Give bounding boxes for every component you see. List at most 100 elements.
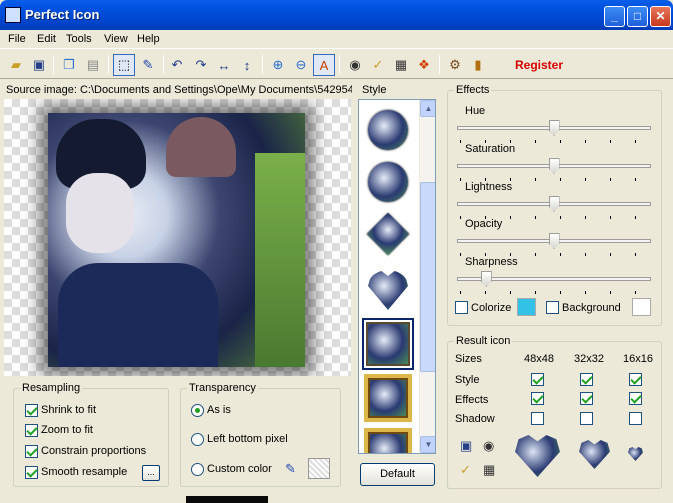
close-button[interactable]: ✕ — [650, 6, 671, 27]
shadow-16-checkbox[interactable] — [629, 412, 642, 425]
copy-icon[interactable]: ❐ — [58, 54, 80, 76]
smooth-resample-label: Smooth resample — [41, 466, 128, 478]
title-bar: Perfect Icon _ □ ✕ — [0, 0, 673, 30]
maximize-button[interactable]: □ — [627, 6, 648, 27]
zoom-to-fit-label: Zoom to fit — [41, 424, 93, 436]
shadow-48-checkbox[interactable] — [531, 412, 544, 425]
style-thumb-circle-shadow[interactable] — [364, 158, 412, 206]
export-folder-icon[interactable]: ✓ — [460, 462, 471, 478]
custom-color-radio[interactable] — [191, 463, 204, 476]
shrink-to-fit-label: Shrink to fit — [41, 404, 97, 416]
book-icon[interactable]: ▮ — [467, 54, 489, 76]
menu-tools[interactable]: Tools — [66, 33, 92, 45]
effects-16-checkbox[interactable] — [629, 392, 642, 405]
eyedropper-icon[interactable]: ✎ — [285, 461, 296, 477]
auto-fit-icon[interactable]: A — [313, 54, 335, 76]
default-button[interactable]: Default — [360, 463, 435, 486]
menu-help[interactable]: Help — [137, 33, 160, 45]
shadow-32-checkbox[interactable] — [580, 412, 593, 425]
image-canvas[interactable] — [4, 99, 351, 376]
style-16-checkbox[interactable] — [629, 373, 642, 386]
extract-icon[interactable]: ▦ — [483, 462, 495, 478]
taskbar-fragment — [186, 496, 268, 503]
style-48-checkbox[interactable] — [531, 373, 544, 386]
window-title: Perfect Icon — [25, 7, 100, 22]
export-folder-icon[interactable]: ✓ — [367, 54, 389, 76]
effects-32-checkbox[interactable] — [580, 392, 593, 405]
menu-bar: File Edit Tools View Help — [0, 30, 673, 49]
rotate-right-icon[interactable]: ↷ — [190, 54, 212, 76]
style-scrollbar[interactable]: ▲ ▼ — [419, 100, 435, 453]
register-link[interactable]: Register — [515, 58, 563, 72]
style-thumb-framed[interactable] — [364, 374, 412, 422]
extract-icon[interactable]: ▦ — [390, 54, 412, 76]
rotate-left-icon[interactable]: ↶ — [166, 54, 188, 76]
scroll-thumb[interactable] — [420, 182, 435, 372]
custom-color-label: Custom color — [207, 463, 272, 475]
custom-color-swatch[interactable] — [308, 458, 330, 479]
style-thumb-diamond[interactable] — [364, 210, 412, 258]
lightness-label: Lightness — [465, 181, 513, 193]
menu-view[interactable]: View — [104, 33, 128, 45]
source-image-path: Source image: C:\Documents and Settings\… — [6, 84, 352, 96]
menu-file[interactable]: File — [8, 33, 26, 45]
paste-icon[interactable]: ▤ — [82, 54, 104, 76]
result-effects-label: Effects — [455, 394, 489, 406]
menu-edit[interactable]: Edit — [37, 33, 56, 45]
resample-options-button[interactable]: ... — [142, 465, 160, 481]
result-icon-title: Result icon — [454, 335, 513, 347]
zoom-out-icon[interactable]: ⊖ — [290, 54, 312, 76]
constrain-proportions-checkbox[interactable] — [25, 445, 38, 458]
resampling-title: Resampling — [20, 382, 83, 394]
saturation-label: Saturation — [465, 143, 516, 155]
style-thumb-stamp[interactable] — [364, 428, 412, 453]
effects-title: Effects — [454, 84, 492, 96]
open-folder-icon[interactable]: ▰ — [5, 54, 27, 76]
sharpness-slider[interactable] — [455, 271, 653, 296]
background-label: Background — [562, 302, 621, 314]
minimize-button[interactable]: _ — [604, 6, 625, 27]
source-photo — [48, 113, 305, 367]
style-label: Style — [362, 84, 387, 96]
flip-horizontal-icon[interactable]: ↔ — [213, 54, 235, 76]
settings-icon[interactable]: ⚙ — [444, 54, 466, 76]
size-32-label: 32x32 — [574, 353, 604, 365]
style-32-checkbox[interactable] — [580, 373, 593, 386]
preview-icon[interactable]: ◉ — [344, 54, 366, 76]
background-color-swatch[interactable] — [632, 298, 651, 316]
save-icon[interactable]: ▣ — [460, 438, 472, 454]
sizes-label: Sizes — [455, 353, 482, 365]
smooth-resample-checkbox[interactable] — [25, 466, 38, 479]
as-is-radio[interactable] — [191, 404, 204, 417]
style-list[interactable]: ▲ ▼ — [358, 99, 436, 454]
scroll-up-icon[interactable]: ▲ — [420, 100, 435, 117]
colorize-label: Colorize — [471, 302, 512, 314]
colorize-color-swatch[interactable] — [517, 298, 536, 316]
colorize-checkbox[interactable] — [455, 301, 468, 314]
flip-vertical-icon[interactable]: ↕ — [236, 54, 258, 76]
windows-icon[interactable]: ❖ — [413, 54, 435, 76]
background-checkbox[interactable] — [546, 301, 559, 314]
zoom-in-icon[interactable]: ⊕ — [267, 54, 289, 76]
size-16-label: 16x16 — [623, 353, 653, 365]
opacity-slider[interactable] — [455, 233, 653, 258]
preview-icon[interactable]: ◉ — [483, 438, 494, 454]
style-thumb-circle[interactable] — [364, 106, 412, 154]
hue-label: Hue — [465, 105, 486, 117]
size-48-label: 48x48 — [524, 353, 554, 365]
hue-slider[interactable] — [455, 120, 653, 145]
scroll-down-icon[interactable]: ▼ — [420, 436, 435, 453]
zoom-to-fit-checkbox[interactable] — [25, 424, 38, 437]
style-thumb-heart[interactable] — [364, 266, 412, 314]
select-rect-icon[interactable]: ⬚ — [113, 54, 135, 76]
style-thumb-square[interactable] — [362, 318, 414, 370]
shrink-to-fit-checkbox[interactable] — [25, 404, 38, 417]
transparency-group: Transparency As is Left bottom pixel Cus… — [180, 382, 341, 487]
opacity-label: Opacity — [465, 218, 503, 230]
app-icon — [5, 7, 21, 23]
saturation-slider[interactable] — [455, 158, 653, 183]
save-icon[interactable]: ▣ — [28, 54, 50, 76]
left-bottom-pixel-radio[interactable] — [191, 433, 204, 446]
eyedropper-icon[interactable]: ✎ — [137, 54, 159, 76]
effects-48-checkbox[interactable] — [531, 392, 544, 405]
